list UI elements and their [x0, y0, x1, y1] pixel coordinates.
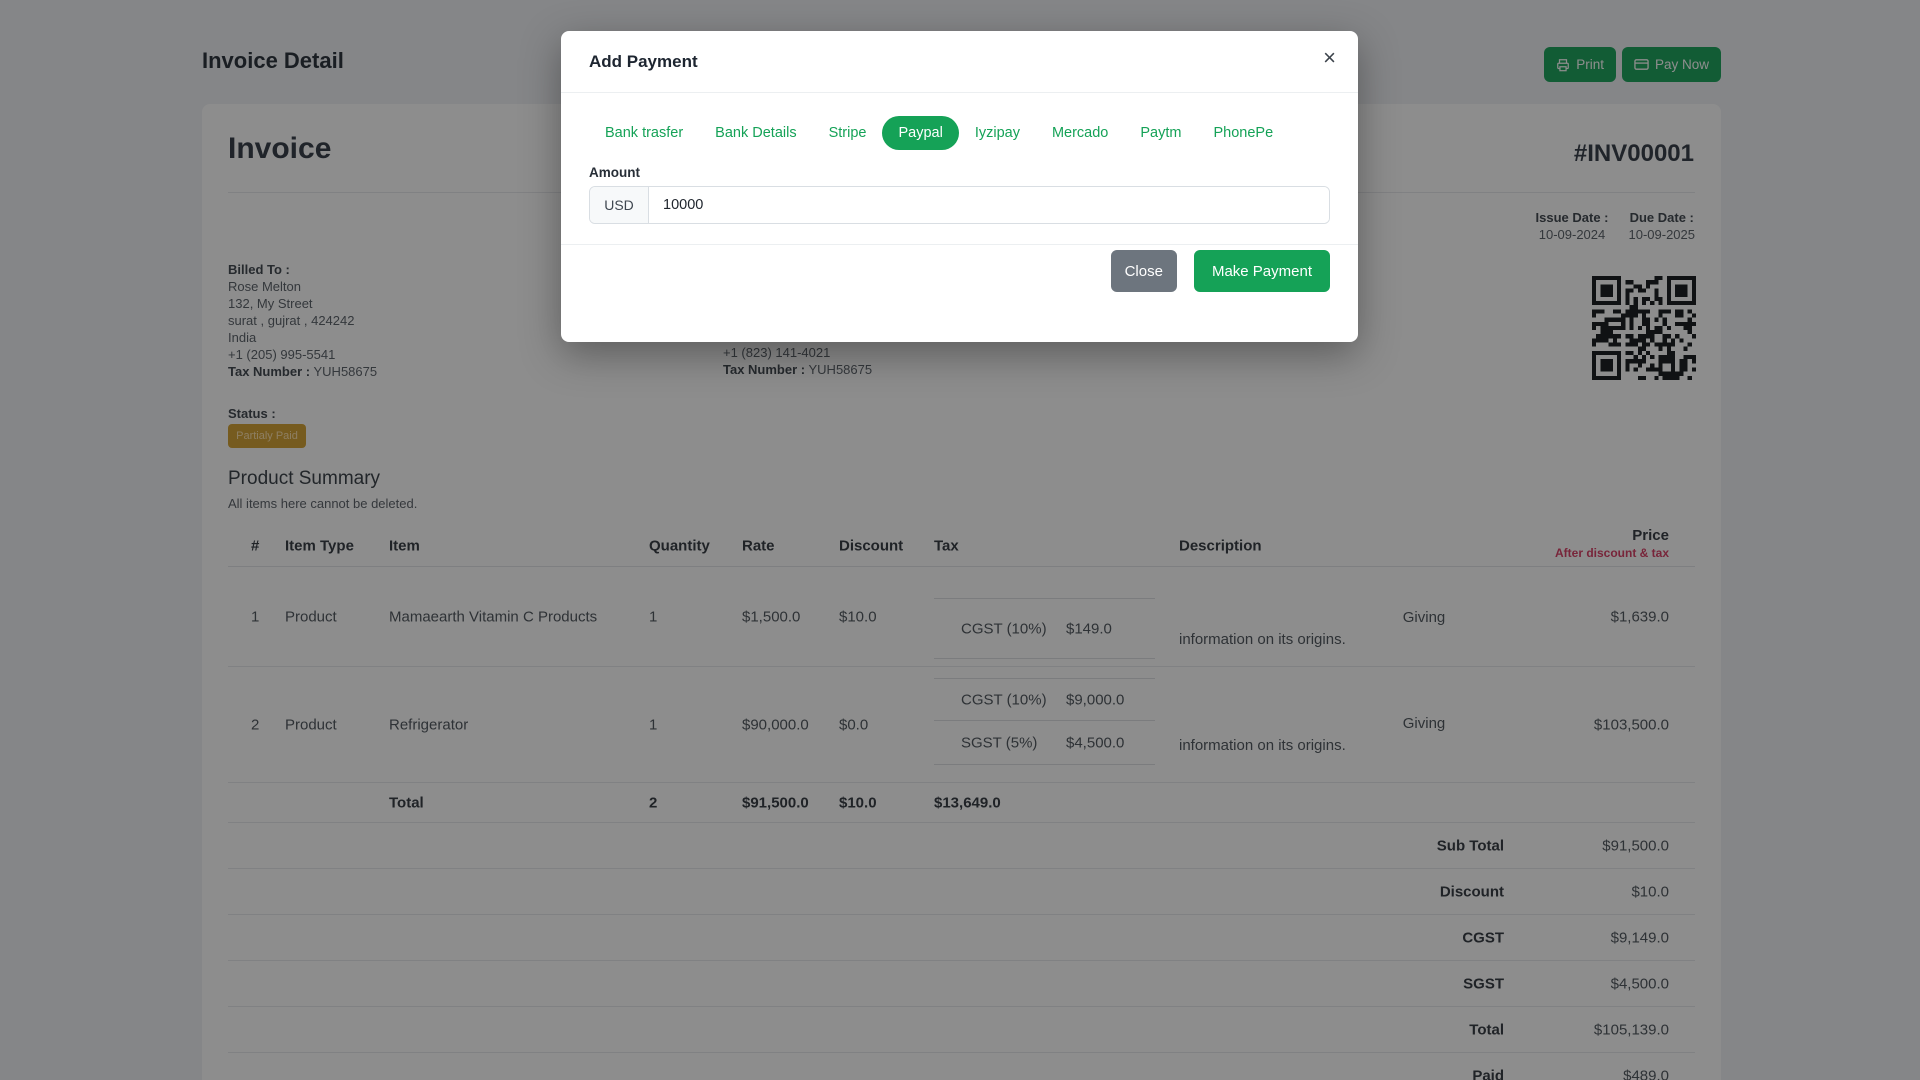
amount-label: Amount — [589, 165, 640, 180]
tab-bank-transfer[interactable]: Bank trasfer — [589, 116, 699, 150]
close-icon[interactable]: × — [1323, 47, 1336, 69]
tab-bank-details[interactable]: Bank Details — [699, 116, 812, 150]
modal-footer-divider — [561, 244, 1358, 245]
modal-buttons: Close Make Payment — [1110, 250, 1330, 292]
close-button[interactable]: Close — [1110, 250, 1177, 292]
modal-title: Add Payment — [589, 52, 698, 71]
add-payment-modal: Add Payment × Bank trasfer Bank Details … — [561, 31, 1358, 342]
tab-mercado[interactable]: Mercado — [1036, 116, 1124, 150]
tab-phonepe[interactable]: PhonePe — [1197, 116, 1289, 150]
currency-addon: USD — [590, 187, 649, 223]
payment-method-tabs: Bank trasfer Bank Details Stripe Paypal … — [589, 113, 1289, 152]
amount-input-group: USD — [589, 186, 1330, 224]
tab-paytm[interactable]: Paytm — [1124, 116, 1197, 150]
tab-iyzipay[interactable]: Iyzipay — [959, 116, 1036, 150]
modal-header: Add Payment × — [561, 31, 1358, 93]
make-payment-button[interactable]: Make Payment — [1193, 250, 1330, 292]
tab-stripe[interactable]: Stripe — [813, 116, 883, 150]
amount-input[interactable] — [649, 187, 1329, 223]
tab-paypal[interactable]: Paypal — [882, 115, 959, 150]
